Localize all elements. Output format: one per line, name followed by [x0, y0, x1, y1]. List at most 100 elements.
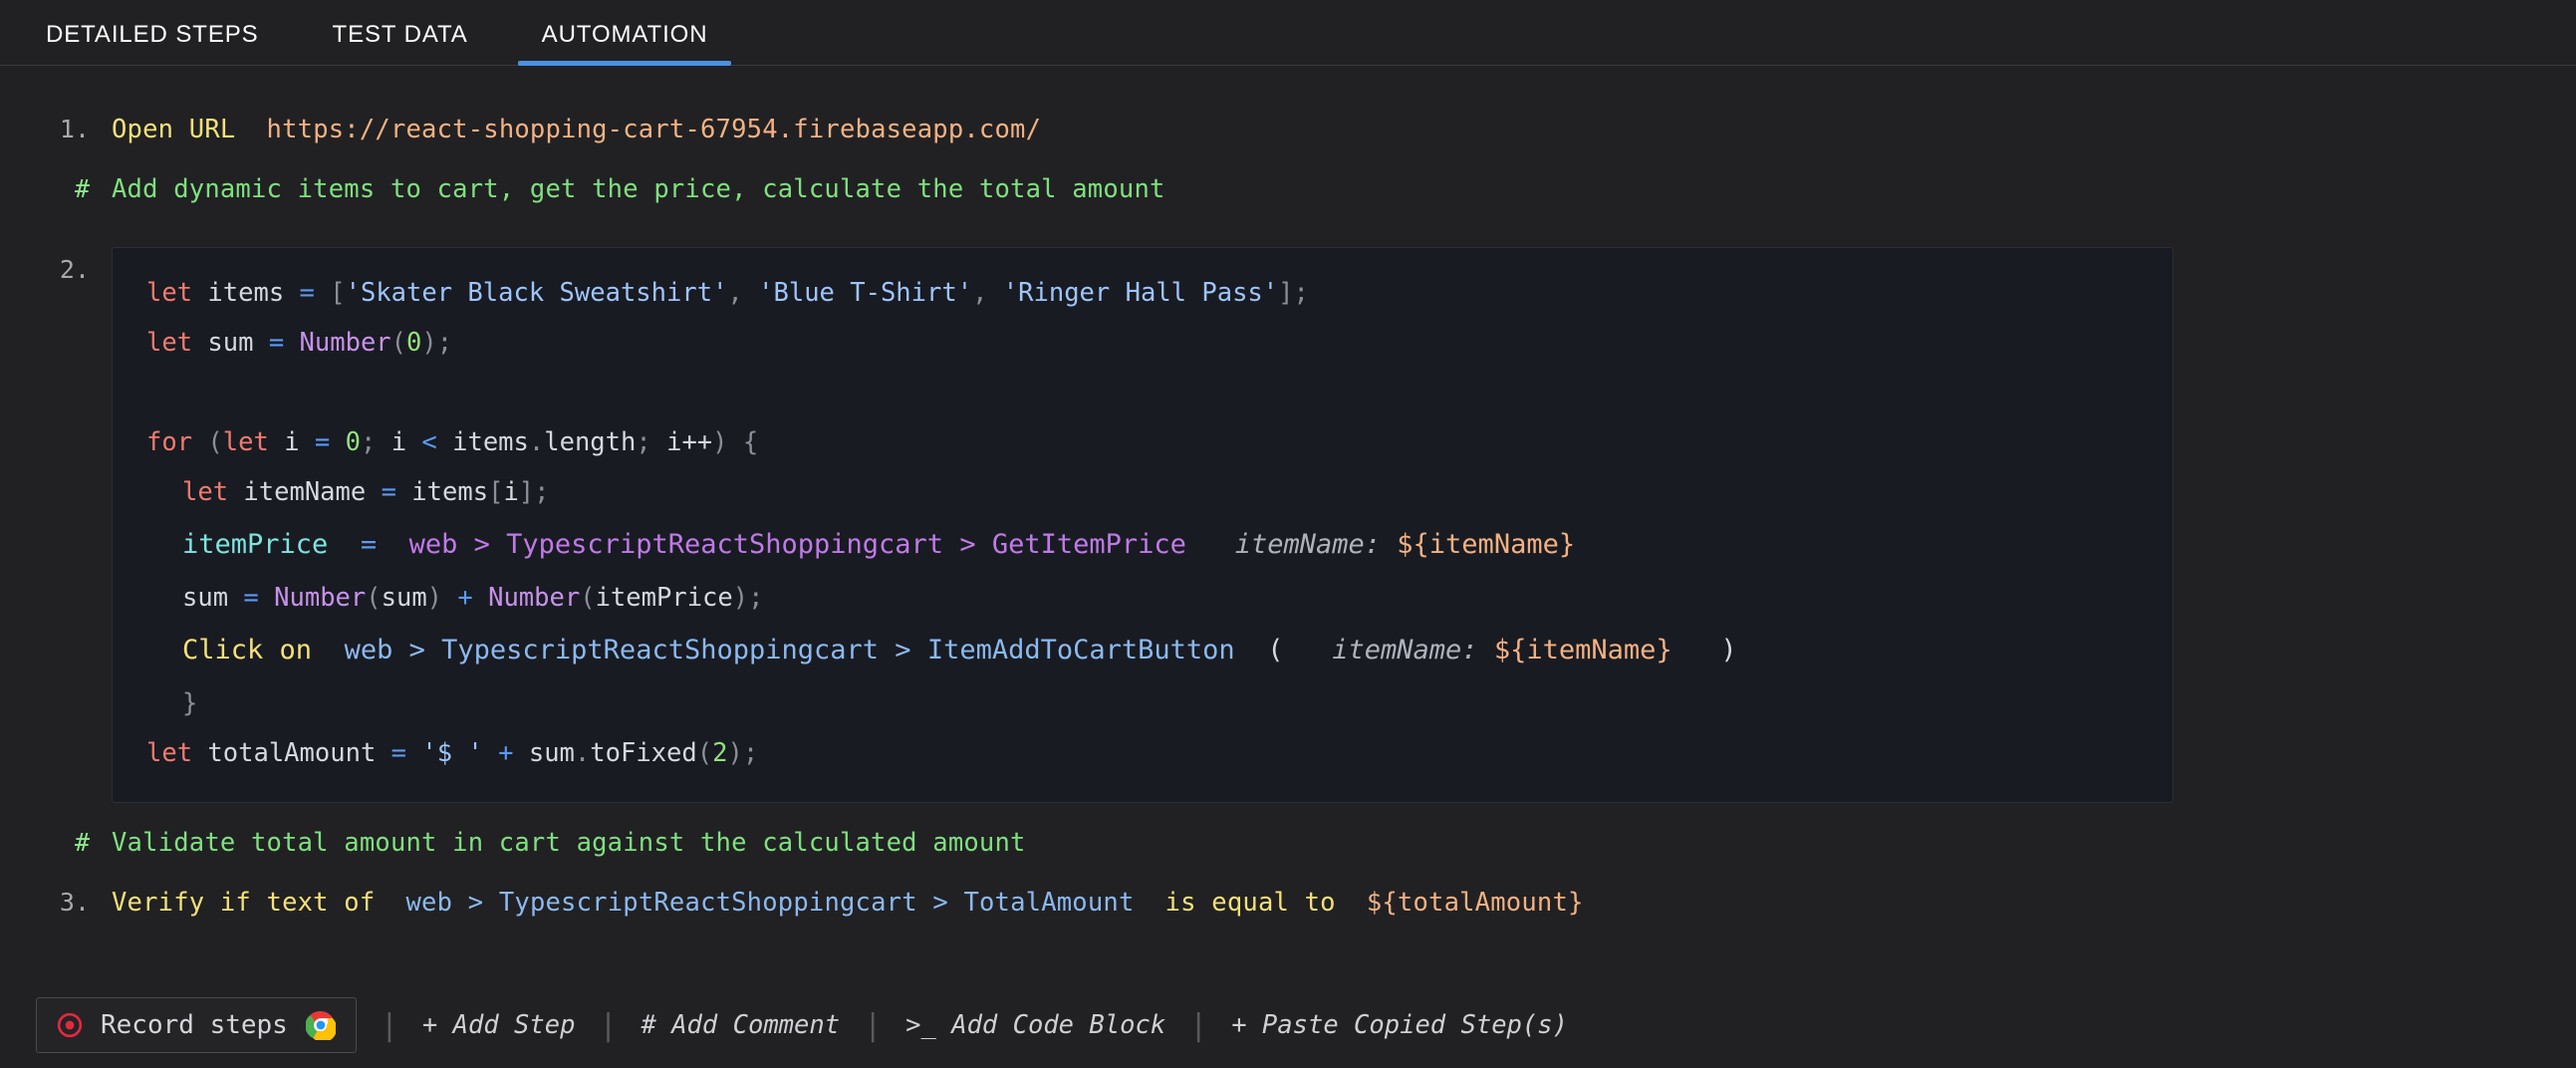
paren-open: (: [391, 328, 406, 358]
comment-row-2[interactable]: # Validate total amount in cart against …: [0, 813, 2576, 873]
paren-close: );: [727, 738, 758, 768]
action-is-equal-to: is equal to: [1165, 888, 1336, 918]
steps-list: 1. Open URL https://react-shopping-cart-…: [0, 66, 2576, 982]
code-line-2: let sum = Number(0);: [113, 318, 2173, 368]
spacer: [1336, 888, 1367, 918]
add-code-block-button[interactable]: >_ Add Code Block: [905, 1010, 1165, 1040]
paren-open: (: [697, 738, 712, 768]
url-value[interactable]: https://react-shopping-cart-67954.fireba…: [267, 115, 1042, 144]
spacer: [1135, 888, 1165, 918]
chrome-icon[interactable]: [306, 1010, 336, 1040]
automation-panel: DETAILED STEPS TEST DATA AUTOMATION 1. O…: [0, 0, 2576, 1068]
arg-sum: sum: [382, 583, 427, 613]
spacer: [1673, 635, 1721, 666]
op-lessthan: <: [421, 427, 436, 457]
step-3-content: Verify if text of web > TypescriptReactS…: [112, 873, 1584, 933]
bracket-close: ];: [1278, 278, 1309, 308]
paste-copied-steps-button[interactable]: + Paste Copied Step(s): [1231, 1010, 1568, 1040]
ident-sum: sum: [182, 583, 243, 613]
string-1: 'Skater Black Sweatshirt': [346, 278, 728, 308]
op-assign: =: [243, 583, 258, 613]
spacer: [235, 115, 266, 144]
dot: .: [529, 427, 544, 457]
comment-marker: #: [0, 813, 112, 873]
string-3: 'Ringer Hall Pass': [987, 278, 1278, 308]
record-steps-button[interactable]: Record steps: [36, 997, 357, 1053]
arg-label-itemname: itemName:: [1332, 635, 1477, 666]
arg-label-itemname: itemName:: [1235, 529, 1381, 560]
toolbar-divider: |: [599, 1008, 617, 1043]
open-url-keyword: Open URL: [112, 115, 235, 144]
code-line-3: for (let i = 0; i < items.length; i++) {: [113, 417, 2173, 467]
expected-value[interactable]: ${totalAmount}: [1367, 888, 1584, 918]
brace-close: }: [182, 688, 197, 718]
string-dollar: '$ ': [406, 738, 483, 768]
step-row-3[interactable]: 3. Verify if text of web > TypescriptRea…: [0, 873, 2576, 933]
paren-close: ): [427, 583, 442, 613]
kw-let: let: [146, 738, 192, 768]
locator-web: web: [406, 888, 453, 918]
num-two: 2: [712, 738, 727, 768]
arg-value-itemname[interactable]: ${itemName}: [1397, 529, 1575, 560]
bracket-open: [: [315, 278, 346, 308]
code-line-9: let totalAmount = '$ ' + sum.toFixed(2);: [113, 728, 2173, 778]
paren-close: );: [733, 583, 764, 613]
ident-items: items: [396, 477, 488, 507]
paren-open: (: [192, 427, 223, 457]
code-line-blank: [113, 368, 2173, 417]
add-comment-button[interactable]: # Add Comment: [642, 1010, 841, 1040]
comma: ,: [727, 278, 742, 308]
step-row-1[interactable]: 1. Open URL https://react-shopping-cart-…: [0, 100, 2576, 159]
code-block[interactable]: let items = ['Skater Black Sweatshirt', …: [112, 247, 2174, 803]
step-number: 3.: [0, 873, 112, 933]
paren-close: ): [712, 427, 727, 457]
op-assign: =: [382, 477, 396, 507]
add-step-button[interactable]: + Add Step: [422, 1010, 576, 1040]
step-row-2[interactable]: 2. let items = ['Skater Black Sweatshirt…: [0, 237, 2576, 813]
op-assign: =: [391, 738, 406, 768]
tab-automation[interactable]: AUTOMATION: [518, 21, 732, 65]
code-line-8: }: [113, 678, 2173, 728]
code-line-6: sum = Number(sum) + Number(itemPrice);: [113, 573, 2173, 623]
code-line-5-get-item-price[interactable]: itemPrice = web > TypescriptReactShoppin…: [113, 517, 2173, 573]
op-assign: =: [269, 328, 284, 358]
toolbar-divider: |: [1189, 1008, 1207, 1043]
locator-element: TotalAmount: [963, 888, 1134, 918]
fn-number: Number: [259, 583, 366, 613]
arg-value-itemname[interactable]: ${itemName}: [1494, 635, 1673, 666]
comment-row-1[interactable]: # Add dynamic items to cart, get the pri…: [0, 159, 2576, 219]
step-1-content: Open URL https://react-shopping-cart-679…: [112, 100, 1041, 159]
prop-length: length: [544, 427, 636, 457]
spacer: [1478, 635, 1494, 666]
ident-i: i: [503, 477, 518, 507]
paren-open: (: [1267, 635, 1283, 666]
tab-detailed-steps[interactable]: DETAILED STEPS: [22, 21, 283, 65]
tab-label: AUTOMATION: [542, 21, 708, 48]
tab-test-data[interactable]: TEST DATA: [309, 21, 492, 65]
brace-open: {: [728, 427, 759, 457]
locator-separator: >: [457, 529, 506, 560]
locator-element: GetItemPrice: [992, 529, 1186, 560]
bracket-open: [: [488, 477, 503, 507]
spacer: [312, 635, 345, 666]
ident-sum: sum: [192, 328, 269, 358]
locator-web: web: [409, 529, 458, 560]
ident-items: items: [192, 278, 299, 308]
step-number: 2.: [0, 237, 112, 303]
paren-close: );: [421, 328, 452, 358]
ident-items: items: [437, 427, 529, 457]
code-line-7-click-on[interactable]: Click on web > TypescriptReactShoppingca…: [113, 623, 2173, 678]
locator-page: TypescriptReactShoppingcart: [499, 888, 917, 918]
num-zero: 0: [406, 328, 421, 358]
op-plus: +: [483, 738, 514, 768]
spacer: [1186, 529, 1235, 560]
locator-page: TypescriptReactShoppingcart: [506, 529, 943, 560]
tab-label: TEST DATA: [333, 21, 468, 48]
locator-page: TypescriptReactShoppingcart: [441, 635, 879, 666]
comment-marker: #: [0, 159, 112, 219]
tab-bar: DETAILED STEPS TEST DATA AUTOMATION: [0, 0, 2576, 66]
fn-number: Number: [284, 328, 390, 358]
locator-separator: >: [943, 529, 992, 560]
semicolon: ;: [636, 427, 650, 457]
semicolon: ;: [361, 427, 376, 457]
